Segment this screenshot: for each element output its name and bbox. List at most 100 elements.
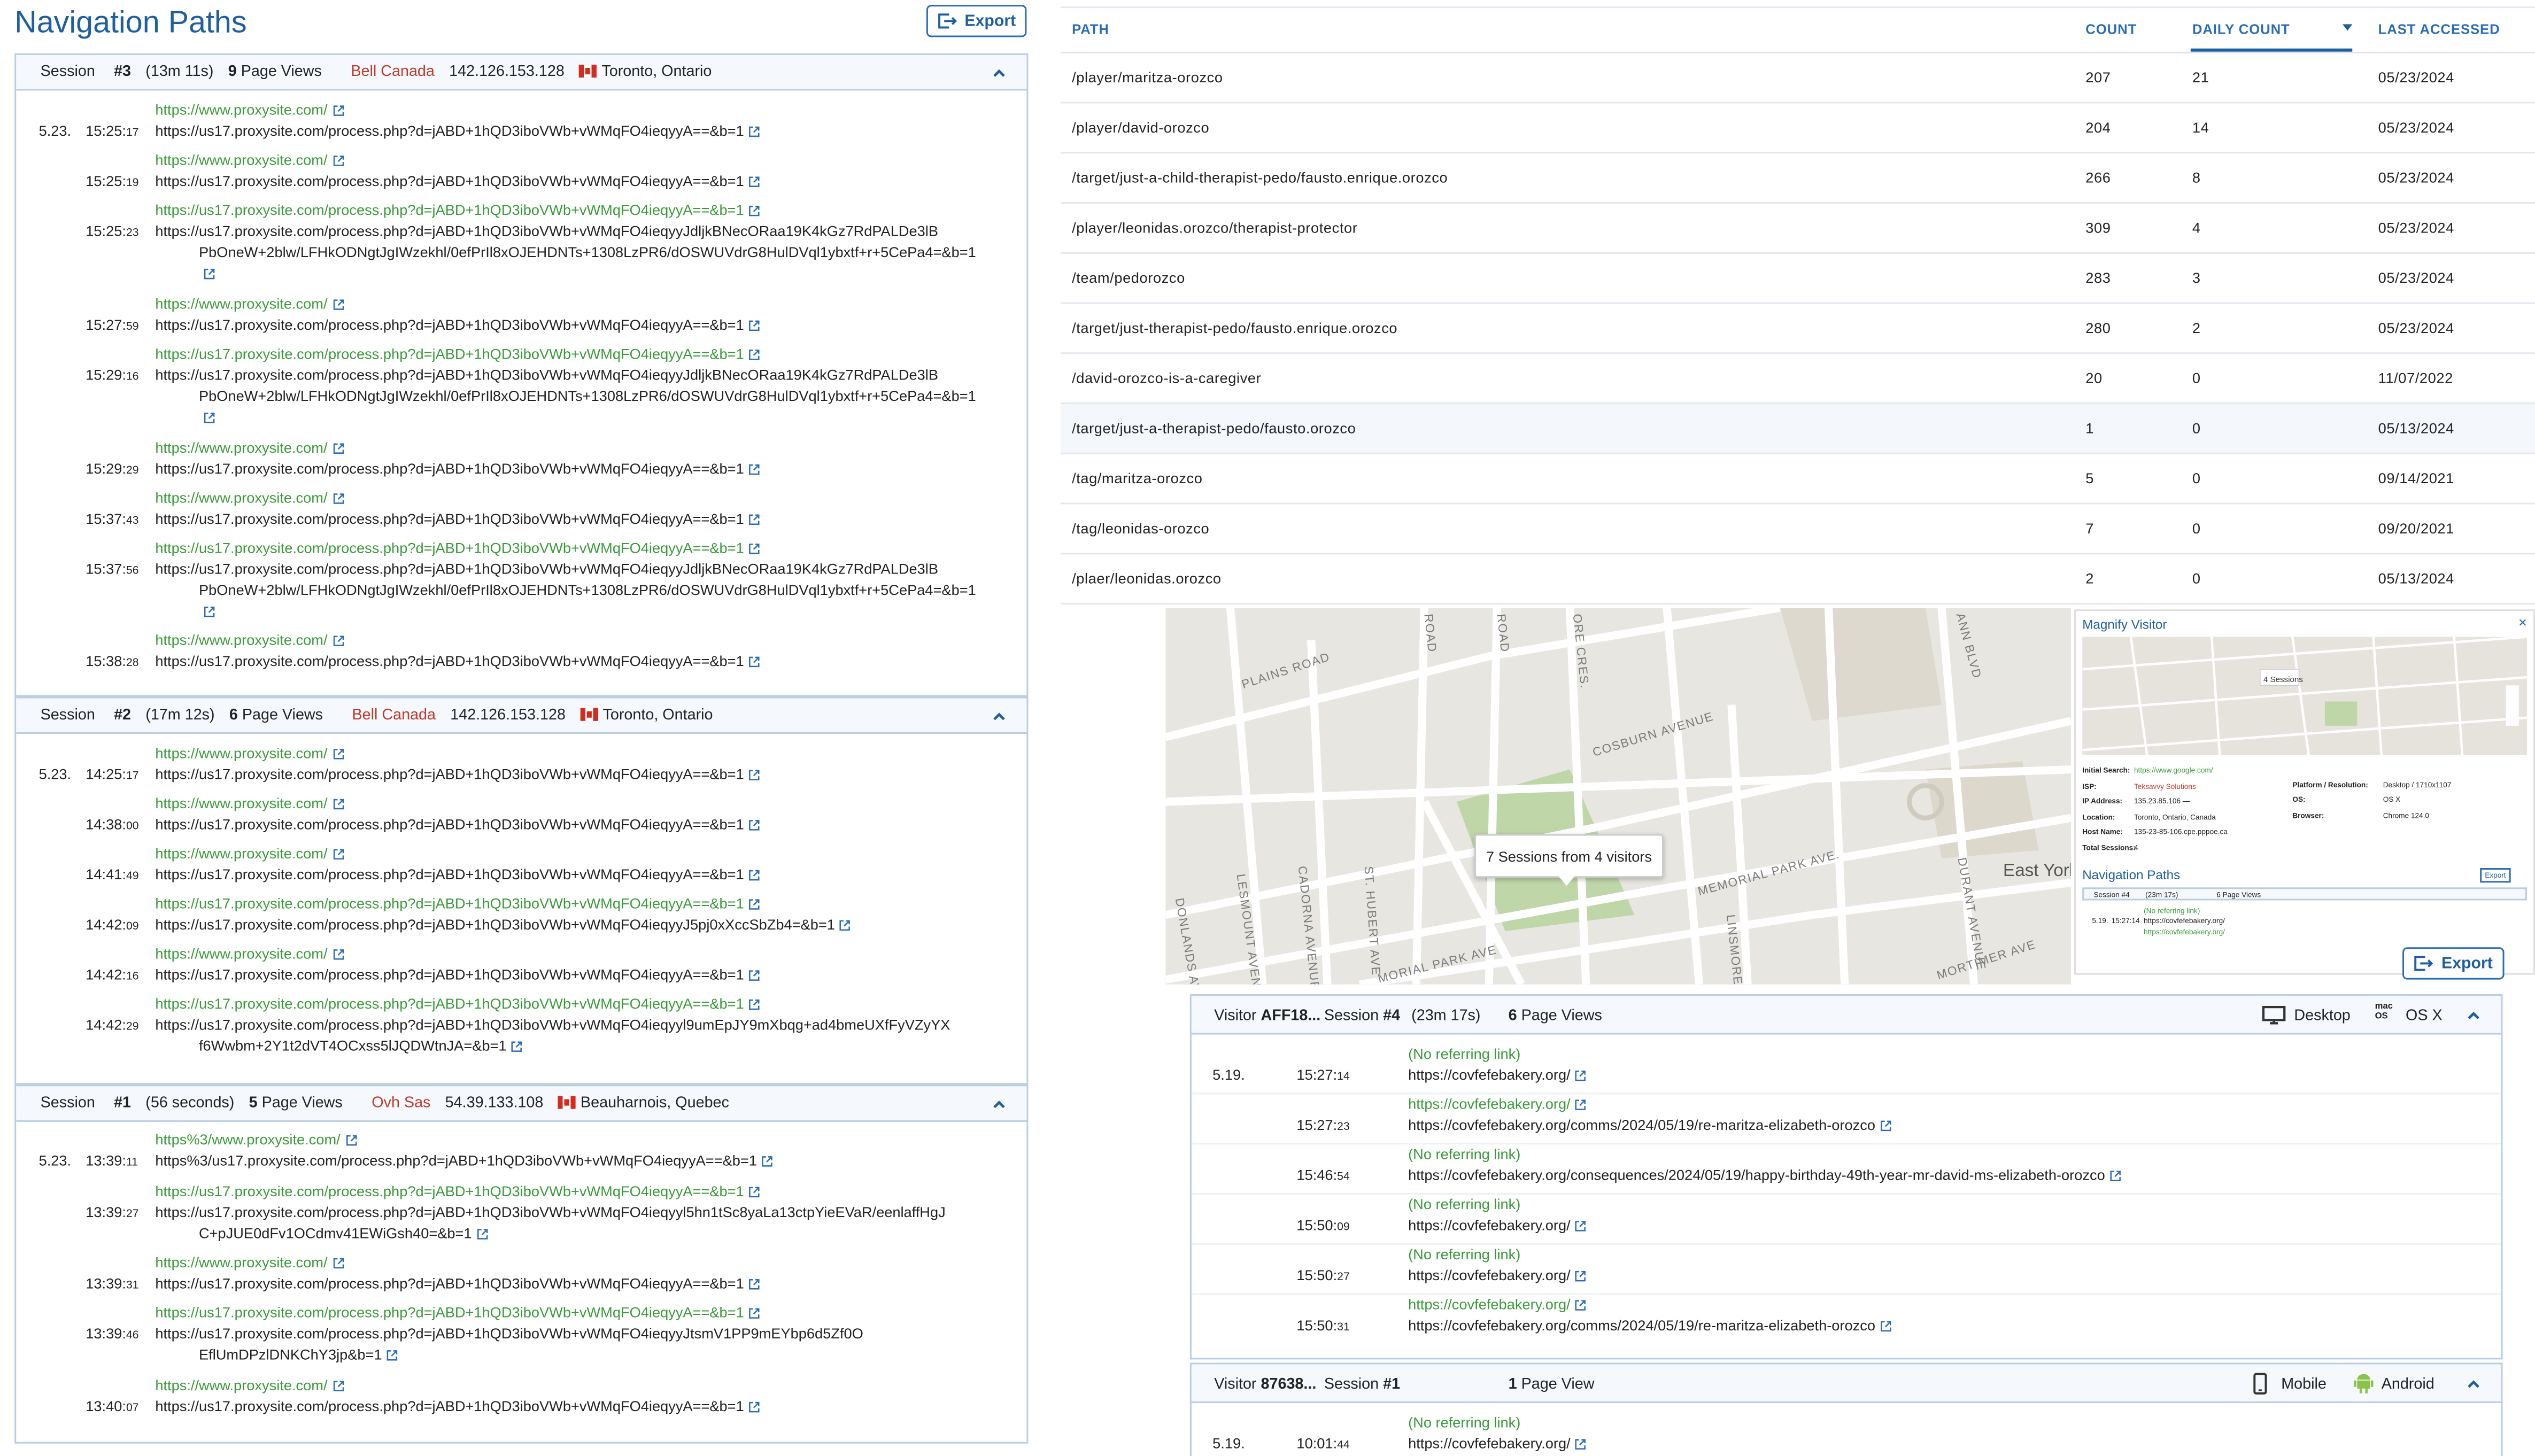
export-button[interactable]: Export (926, 5, 1027, 37)
page-url-link[interactable] (199, 603, 215, 619)
referrer-link[interactable]: https://www.proxysite.com/ (155, 440, 343, 456)
page-url-link[interactable]: EflUmDPzlDNKChY3jp&b=1 (199, 1346, 398, 1362)
page-url-link[interactable]: https://us17.proxysite.com/process.php?d… (155, 1275, 760, 1291)
referrer-link[interactable]: https://us17.proxysite.com/process.php?d… (155, 540, 760, 556)
external-link-icon[interactable] (333, 636, 344, 647)
cell-path[interactable]: /plaer/leonidas.orozco (1072, 571, 1222, 587)
chevron-up-icon[interactable] (991, 708, 1007, 724)
external-link-icon[interactable] (1575, 1070, 1587, 1081)
external-link-icon[interactable] (345, 1135, 357, 1146)
table-row[interactable]: /david-orozco-is-a-caregiver 20 0 11/07/… (1060, 354, 2535, 405)
referrer-link[interactable]: https://www.proxysite.com/ (155, 946, 343, 962)
magnify-visitor-thumbnail[interactable]: Magnify Visitor × 4 Sessions Initial Sea… (2074, 609, 2535, 975)
chevron-up-icon[interactable] (991, 1096, 1007, 1112)
page-url-link[interactable]: https://covfefebakery.org/ (1408, 1067, 1587, 1083)
cell-path[interactable]: /target/just-therapist-pedo/fausto.enriq… (1072, 320, 1397, 336)
external-link-icon[interactable] (333, 155, 344, 166)
external-link-icon[interactable] (749, 870, 760, 881)
cell-path[interactable]: /david-orozco-is-a-caregiver (1072, 370, 1261, 386)
external-link-icon[interactable] (333, 799, 344, 810)
page-url-link[interactable]: https://us17.proxysite.com/process.php?d… (155, 511, 760, 527)
referrer-link[interactable]: https://www.proxysite.com/ (155, 152, 343, 168)
external-link-icon[interactable] (749, 1187, 760, 1198)
page-url-link[interactable]: https://us17.proxysite.com/process.php?d… (155, 866, 760, 882)
external-link-icon[interactable] (749, 970, 760, 981)
session-header-3[interactable]: Session #3 (13m 11s) 9 Page Views Bell C… (16, 53, 1027, 91)
page-url-link[interactable]: https://us17.proxysite.com/process.php?d… (155, 123, 760, 139)
map-view[interactable]: PLAINS ROAD COSBURN AVENUE MEMORIAL PARK… (1165, 608, 2072, 985)
page-url-link[interactable]: https://us17.proxysite.com/process.php?d… (155, 966, 760, 983)
external-link-icon[interactable] (512, 1041, 523, 1052)
cell-path[interactable]: /player/david-orozco (1072, 120, 1209, 136)
cell-path[interactable]: /player/maritza-orozco (1072, 69, 1223, 86)
page-url-link[interactable]: https://us17.proxysite.com/process.php?d… (155, 173, 760, 189)
external-link-icon[interactable] (477, 1228, 488, 1240)
referrer-link[interactable]: https://www.proxysite.com/ (155, 490, 343, 506)
visitor-session-header-1[interactable]: Visitor AFF18... Session #4 (23m 17s) 6 … (1191, 994, 2501, 1035)
table-row[interactable]: /tag/maritza-orozco 5 0 09/14/2021 (1060, 454, 2535, 505)
table-row[interactable]: /target/just-a-child-therapist-pedo/faus… (1060, 153, 2535, 204)
page-url-link[interactable]: https://us17.proxysite.com/process.php?d… (155, 1017, 950, 1033)
referrer-link[interactable]: (No referring link) (1408, 1196, 1520, 1212)
chevron-up-icon[interactable] (991, 65, 1007, 81)
table-row[interactable]: /player/maritza-orozco 207 21 05/23/2024 (1060, 53, 2535, 104)
external-link-icon[interactable] (204, 268, 215, 280)
external-link-icon[interactable] (749, 1279, 760, 1290)
table-row[interactable]: /team/pedorozco 283 3 05/23/2024 (1060, 254, 2535, 304)
col-path[interactable]: PATH (1072, 21, 1109, 37)
col-daily-count[interactable]: DAILY COUNT (2192, 21, 2290, 37)
close-icon[interactable]: × (2518, 614, 2527, 630)
cell-path[interactable]: /tag/leonidas-orozco (1072, 521, 1209, 537)
page-url-link[interactable]: f6Wwbm+2Y1t2dVT4OCxss5lJQDWtnJA=&b=1 (199, 1038, 523, 1054)
external-link-icon[interactable] (1575, 1271, 1587, 1282)
referrer-link[interactable]: https://www.proxysite.com/ (155, 1377, 343, 1393)
cell-path[interactable]: /team/pedorozco (1072, 270, 1185, 286)
external-link-icon[interactable] (333, 949, 344, 960)
external-link-icon[interactable] (749, 320, 760, 331)
chevron-up-icon[interactable] (2466, 1007, 2482, 1023)
referrer-link[interactable]: (No referring link) (1408, 1414, 1520, 1430)
referrer-link[interactable]: (No referring link) (1408, 1246, 1520, 1263)
table-row[interactable]: /plaer/leonidas.orozco 2 0 05/13/2024 (1060, 554, 2535, 605)
external-link-icon[interactable] (749, 514, 760, 525)
page-url-link[interactable]: https://covfefebakery.org/ (1408, 1436, 1587, 1452)
sort-desc-icon[interactable] (2343, 24, 2353, 31)
page-url-link[interactable]: https://covfefebakery.org/ (1408, 1217, 1587, 1233)
page-url-link[interactable]: C+pJUE0dFv1OCdmv41EWiGsh40=&b=1 (199, 1225, 488, 1242)
page-url-link[interactable] (199, 409, 215, 425)
external-link-icon[interactable] (333, 849, 344, 860)
external-link-icon[interactable] (1575, 1220, 1587, 1232)
external-link-icon[interactable] (333, 748, 344, 760)
external-link-icon[interactable] (333, 299, 344, 310)
external-link-icon[interactable] (1575, 1099, 1587, 1110)
referrer-link[interactable]: (No referring link) (1408, 1046, 1520, 1062)
external-link-icon[interactable] (333, 443, 344, 454)
referrer-link[interactable]: https://www.proxysite.com/ (155, 1254, 343, 1271)
referrer-link[interactable]: https://us17.proxysite.com/process.php?d… (155, 1305, 760, 1321)
external-link-icon[interactable] (204, 412, 215, 423)
page-url-link[interactable]: https://us17.proxysite.com/process.php?d… (155, 653, 760, 669)
external-link-icon[interactable] (387, 1350, 398, 1361)
page-url-link[interactable]: https://us17.proxysite.com/process.php?d… (155, 766, 760, 783)
referrer-link[interactable]: https://us17.proxysite.com/process.php?d… (155, 346, 760, 362)
page-url-link[interactable]: PbOneW+2blw/LFHkODNgtJgIWzekhl/0efPrIl8x… (199, 582, 976, 598)
referrer-link[interactable]: https://us17.proxysite.com/process.php?d… (155, 1183, 760, 1199)
external-link-icon[interactable] (749, 205, 760, 216)
chevron-up-icon[interactable] (2466, 1376, 2482, 1392)
external-link-icon[interactable] (749, 349, 760, 360)
external-link-icon[interactable] (333, 105, 344, 117)
page-url-link[interactable]: https://covfefebakery.org/comms/2024/05/… (1408, 1318, 1891, 1334)
page-url-link[interactable]: https://covfefebakery.org/consequences/2… (1408, 1167, 2121, 1183)
referrer-link[interactable]: https://www.proxysite.com/ (155, 296, 343, 312)
referrer-link[interactable]: https://covfefebakery.org/ (1408, 1296, 1587, 1313)
col-count[interactable]: COUNT (2085, 21, 2137, 37)
page-url-link[interactable]: https%3/us17.proxysite.com/process.php?d… (155, 1152, 773, 1169)
referrer-link[interactable]: https://www.proxysite.com/ (155, 632, 343, 648)
page-url-link[interactable]: https://us17.proxysite.com/process.php?d… (155, 461, 760, 477)
cell-path[interactable]: /player/leonidas.orozco/therapist-protec… (1072, 220, 1357, 236)
external-link-icon[interactable] (749, 176, 760, 188)
external-link-icon[interactable] (749, 656, 760, 668)
session-header-2[interactable]: Session #2 (17m 12s) 6 Page Views Bell C… (16, 696, 1027, 734)
external-link-icon[interactable] (749, 126, 760, 137)
external-link-icon[interactable] (2110, 1171, 2121, 1182)
